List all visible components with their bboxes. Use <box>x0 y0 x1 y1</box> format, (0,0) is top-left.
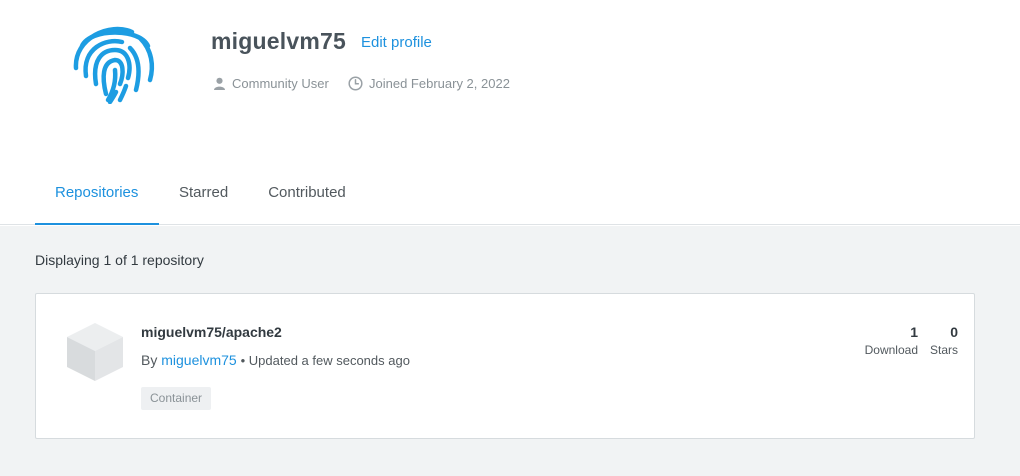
profile-joined-text: Joined February 2, 2022 <box>369 76 510 91</box>
profile-joined: Joined February 2, 2022 <box>348 76 510 91</box>
repository-type-badge: Container <box>141 387 212 410</box>
clock-icon <box>348 76 363 91</box>
tab-repositories[interactable]: Repositories <box>35 162 159 225</box>
stars-stat: 0 Stars <box>930 324 958 357</box>
downloads-stat: 1 Download <box>865 324 918 357</box>
fingerprint-icon <box>73 26 155 104</box>
edit-profile-link[interactable]: Edit profile <box>361 34 432 51</box>
stars-label: Stars <box>929 343 958 357</box>
repository-name[interactable]: miguelvm75/apache2 <box>141 324 282 340</box>
repository-by-label: By <box>141 352 158 368</box>
repository-card[interactable]: miguelvm75/apache2 By miguelvm75 • Updat… <box>35 293 975 439</box>
profile-tabs: Repositories Starred Contributed <box>35 162 346 225</box>
repositories-panel: Displaying 1 of 1 repository miguelvm75/… <box>0 226 1020 476</box>
downloads-count: 1 <box>910 324 918 340</box>
repository-count: Displaying 1 of 1 repository <box>35 252 204 268</box>
repository-updated: • Updated a few seconds ago <box>240 353 410 368</box>
cube-icon <box>67 323 123 381</box>
profile-username: miguelvm75 <box>211 28 346 54</box>
profile-header: miguelvm75 Edit profile Community User J… <box>0 0 1020 225</box>
profile-role: Community User <box>213 76 329 91</box>
profile-role-text: Community User <box>232 76 329 91</box>
downloads-label: Download <box>864 343 918 357</box>
repository-byline: By miguelvm75 • Updated a few seconds ag… <box>141 352 410 368</box>
stars-count: 0 <box>950 324 958 340</box>
repository-owner-link[interactable]: miguelvm75 <box>161 352 236 368</box>
tab-contributed[interactable]: Contributed <box>268 162 346 224</box>
user-icon <box>214 77 225 90</box>
tab-starred[interactable]: Starred <box>179 162 228 224</box>
